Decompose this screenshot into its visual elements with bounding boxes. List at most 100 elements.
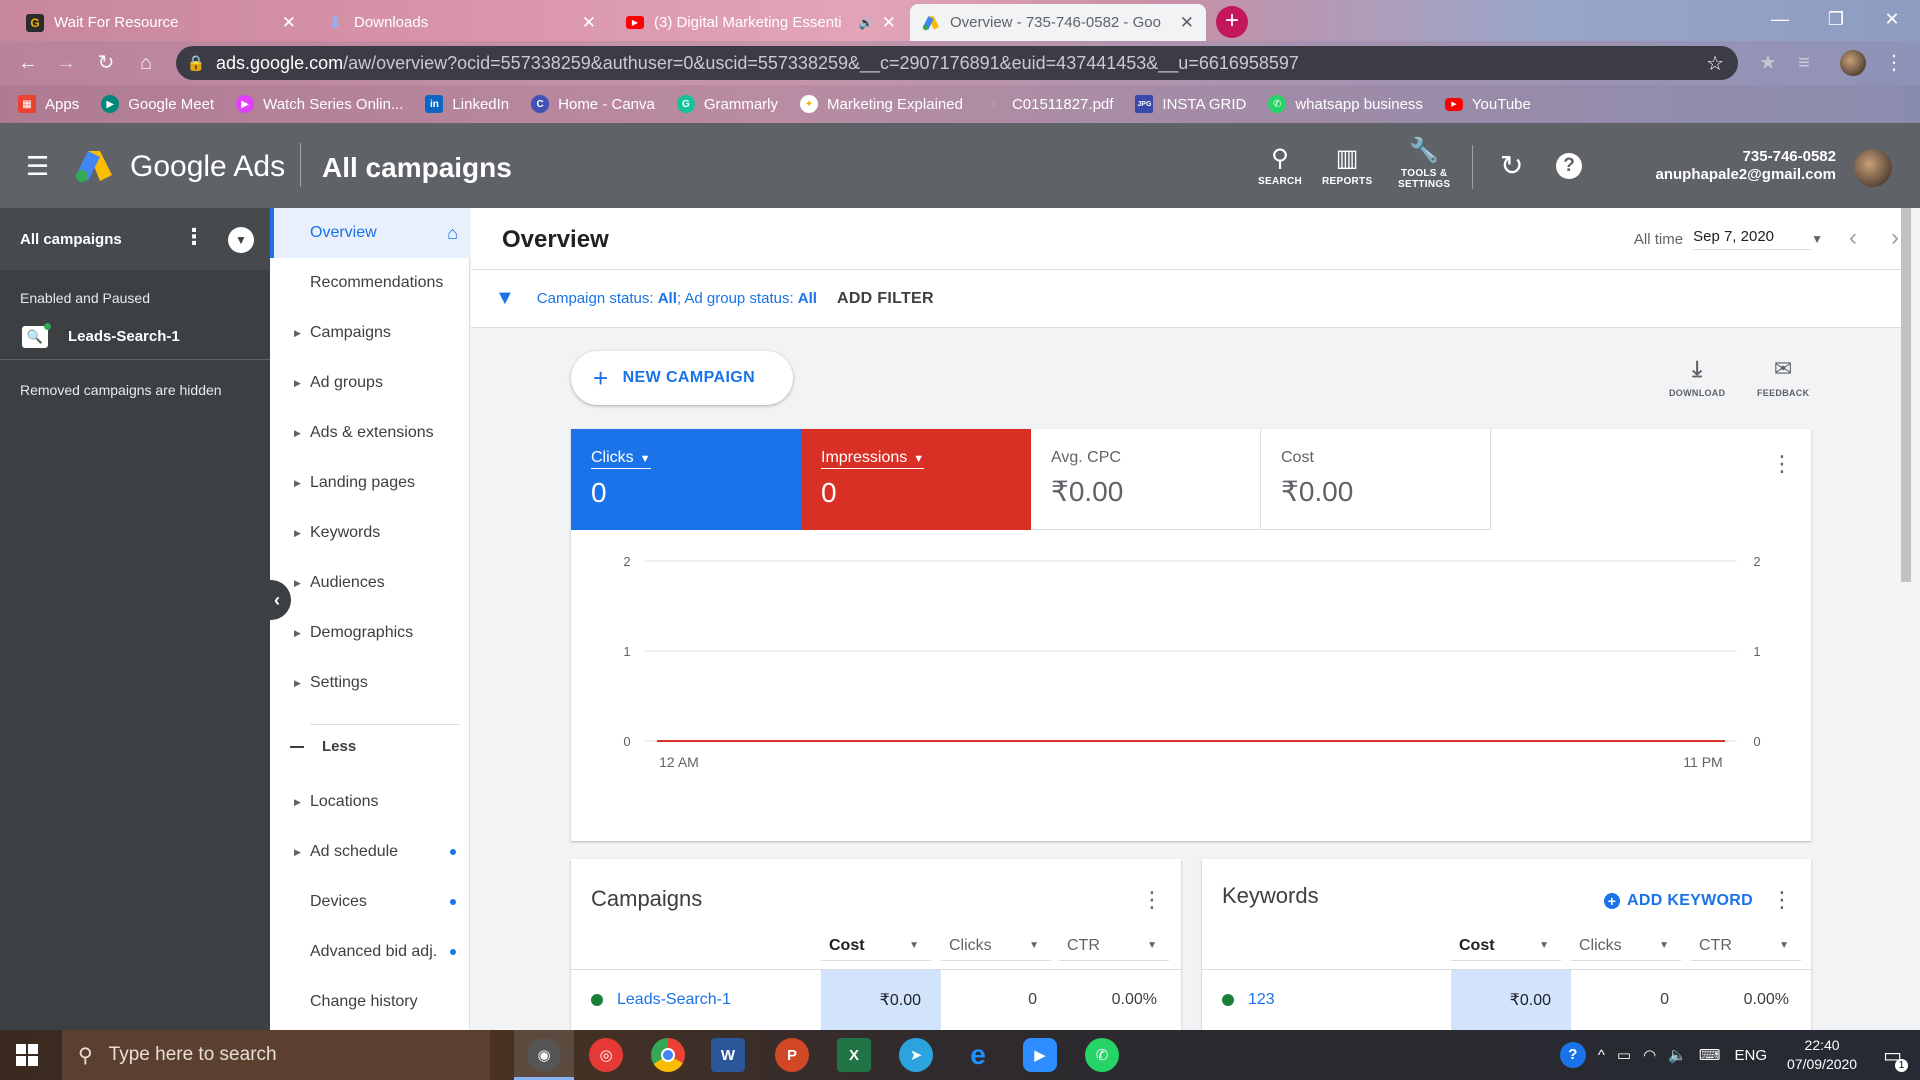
avatar[interactable] xyxy=(1854,149,1892,187)
hamburger-menu-icon[interactable]: ☰ xyxy=(26,153,49,179)
browser-tab-youtube[interactable]: ▶ (3) Digital Marketing Essenti 🔊 ✕ xyxy=(614,4,908,41)
feedback-button[interactable]: ✉ FEEDBACK xyxy=(1757,356,1809,398)
nav-item-advanced-bid-adj[interactable]: Advanced bid adj. xyxy=(270,927,470,977)
nav-item-keywords[interactable]: ▶ Keywords xyxy=(270,508,470,558)
minimize-icon[interactable]: — xyxy=(1752,0,1808,41)
word-icon[interactable]: W xyxy=(711,1038,745,1072)
windows-start-icon[interactable] xyxy=(16,1044,38,1066)
account-info[interactable]: 735-746-0582 anuphapale2@gmail.com xyxy=(1655,148,1836,184)
column-header-cost[interactable]: Cost ▼ xyxy=(1451,931,1561,961)
filter-icon[interactable]: ▼ xyxy=(495,287,515,310)
language-indicator[interactable]: ENG xyxy=(1735,1047,1768,1064)
add-filter-button[interactable]: ADD FILTER xyxy=(837,290,934,308)
more-options-icon[interactable]: ⋮ xyxy=(1771,889,1793,911)
bookmark-canva[interactable]: C Home - Canva xyxy=(531,95,655,113)
chrome-icon[interactable] xyxy=(651,1038,685,1072)
nav-item-landing-pages[interactable]: ▶ Landing pages xyxy=(270,458,470,508)
tools-settings-button[interactable]: 🔧 TOOLS & SETTINGS xyxy=(1398,137,1450,190)
nav-item-campaigns[interactable]: ▶ Campaigns xyxy=(270,308,470,358)
bookmark-watch-series[interactable]: ▶ Watch Series Onlin... xyxy=(236,95,403,113)
close-icon[interactable]: ✕ xyxy=(282,13,296,33)
excel-icon[interactable]: X xyxy=(837,1038,871,1072)
refresh-icon[interactable]: ↻ xyxy=(1500,149,1523,182)
forward-icon[interactable]: → xyxy=(52,49,80,77)
reading-list-icon[interactable]: ≡ xyxy=(1790,49,1818,77)
more-options-icon[interactable]: ⋮ xyxy=(183,226,205,248)
taskbar-search-box[interactable]: ⚲ Type here to search xyxy=(62,1030,490,1080)
metric-avg-cpc[interactable]: Avg. CPC ₹0.00 xyxy=(1031,429,1261,530)
audio-icon[interactable]: 🔊 xyxy=(859,16,874,30)
powerpoint-icon[interactable]: P xyxy=(775,1038,809,1072)
close-window-icon[interactable]: ✕ xyxy=(1864,0,1920,41)
nav-item-ad-schedule[interactable]: ▶ Ad schedule xyxy=(270,827,470,877)
menu-dots-icon[interactable]: ⋮ xyxy=(1880,49,1908,77)
date-range-picker[interactable]: All time Sep 7, 2020 ▼ xyxy=(1634,228,1823,250)
bookmark-linkedin[interactable]: in LinkedIn xyxy=(425,95,509,113)
nav-item-recommendations[interactable]: Recommendations xyxy=(270,258,470,308)
bookmark-whatsapp[interactable]: ✆ whatsapp business xyxy=(1268,95,1423,113)
search-button[interactable]: ⚲ SEARCH xyxy=(1258,145,1302,187)
whatsapp-icon[interactable]: ✆ xyxy=(1085,1038,1119,1072)
volume-icon[interactable]: 🔈 xyxy=(1668,1046,1687,1064)
dropdown-icon[interactable]: ▼ xyxy=(228,227,254,253)
nav-item-overview[interactable]: Overview ⌂ xyxy=(270,208,470,258)
close-icon[interactable]: ✕ xyxy=(882,13,896,33)
bookmark-youtube[interactable]: ▶ YouTube xyxy=(1444,96,1531,113)
bookmark-star-icon[interactable]: ☆ xyxy=(1706,51,1724,76)
keyword-link[interactable]: 123 xyxy=(1222,970,1275,1030)
metric-cost[interactable]: Cost ₹0.00 xyxy=(1261,429,1491,530)
chrome-profile-icon[interactable]: ◉ xyxy=(527,1038,561,1072)
previous-period-icon[interactable]: ‹ xyxy=(1849,224,1857,252)
nav-less-toggle[interactable]: Less xyxy=(290,738,356,755)
new-tab-button[interactable]: + xyxy=(1216,6,1248,38)
metric-impressions[interactable]: Impressions ▼ 0 xyxy=(801,429,1031,530)
close-icon[interactable]: ✕ xyxy=(582,13,596,33)
all-campaigns-row[interactable]: All campaigns ⋮ ▼ xyxy=(0,208,270,270)
screen-recorder-icon[interactable]: ◎ xyxy=(589,1038,623,1072)
browser-tab-overview[interactable]: Overview - 735-746-0582 - Goo ✕ xyxy=(910,4,1206,41)
more-options-icon[interactable]: ⋮ xyxy=(1141,889,1163,911)
column-header-clicks[interactable]: Clicks ▼ xyxy=(1571,931,1681,961)
campaign-link[interactable]: Leads-Search-1 xyxy=(591,970,731,1030)
campaign-tree-item[interactable]: 🔍 Leads-Search-1 xyxy=(0,314,270,360)
internet-explorer-icon[interactable]: e xyxy=(961,1038,995,1072)
help-icon[interactable]: ? xyxy=(1556,153,1582,179)
scrollbar-thumb[interactable] xyxy=(1901,208,1911,582)
column-header-ctr[interactable]: CTR ▼ xyxy=(1691,931,1801,961)
nav-item-ads-extensions[interactable]: ▶ Ads & extensions xyxy=(270,408,470,458)
column-header-cost[interactable]: Cost ▼ xyxy=(821,931,931,961)
browser-tab-downloads[interactable]: ⬇ Downloads ✕ xyxy=(314,4,608,41)
extension-icon[interactable]: ★ xyxy=(1754,49,1782,77)
clock[interactable]: 22:40 07/09/2020 xyxy=(1787,1036,1857,1074)
restore-icon[interactable]: ❐ xyxy=(1808,0,1864,41)
add-keyword-button[interactable]: + ADD KEYWORD xyxy=(1604,892,1753,910)
chart-more-options-icon[interactable]: ⋮ xyxy=(1771,453,1793,475)
bookmark-grammarly[interactable]: G Grammarly xyxy=(676,95,778,113)
nav-item-demographics[interactable]: ▶ Demographics xyxy=(270,608,470,658)
telegram-icon[interactable]: ➤ xyxy=(899,1038,933,1072)
bookmark-insta-grid[interactable]: JPG INSTA GRID xyxy=(1135,95,1246,113)
back-icon[interactable]: ← xyxy=(14,49,42,77)
show-hidden-icons-icon[interactable]: ^ xyxy=(1598,1047,1605,1064)
address-bar[interactable]: 🔒 ads.google.com/aw/overview?ocid=557338… xyxy=(176,46,1738,80)
home-icon[interactable]: ⌂ xyxy=(132,49,160,77)
nav-item-locations[interactable]: ▶ Locations xyxy=(270,777,470,827)
bookmark-pdf[interactable]: ◌ C01511827.pdf xyxy=(985,95,1113,113)
next-period-icon[interactable]: › xyxy=(1891,224,1899,252)
new-campaign-button[interactable]: + NEW CAMPAIGN xyxy=(571,351,793,405)
nav-item-change-history[interactable]: Change history xyxy=(270,977,470,1027)
nav-item-audiences[interactable]: ▶ Audiences xyxy=(270,558,470,608)
close-icon[interactable]: ✕ xyxy=(1180,13,1194,33)
bookmark-marketing-explained[interactable]: ✦ Marketing Explained xyxy=(800,95,963,113)
browser-tab-wait-for-resource[interactable]: G Wait For Resource ✕ xyxy=(14,4,308,41)
wifi-icon[interactable]: ◠ xyxy=(1643,1046,1656,1064)
download-button[interactable]: ⤓ DOWNLOAD xyxy=(1669,356,1725,398)
help-tray-icon[interactable]: ? xyxy=(1559,1042,1586,1068)
keyboard-icon[interactable]: ⌨ xyxy=(1699,1046,1721,1064)
notifications-icon[interactable]: ▭ 1 xyxy=(1883,1043,1908,1072)
nav-item-devices[interactable]: Devices xyxy=(270,877,470,927)
bookmark-google-meet[interactable]: ▶ Google Meet xyxy=(101,95,214,113)
metric-clicks[interactable]: Clicks ▼ 0 xyxy=(571,429,801,530)
nav-item-settings[interactable]: ▶ Settings xyxy=(270,658,470,708)
column-header-ctr[interactable]: CTR ▼ xyxy=(1059,931,1169,961)
